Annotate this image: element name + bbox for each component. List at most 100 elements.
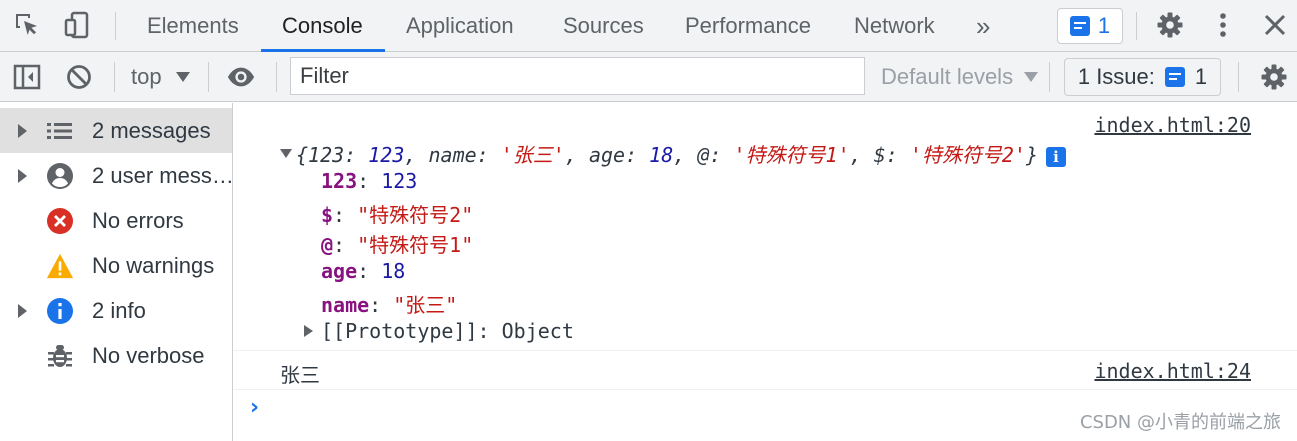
console-toolbar: top Default levels 1 Issue: 1	[0, 52, 1297, 102]
issues-label: 1 Issue:	[1077, 64, 1155, 89]
property-value: "特殊符号2"	[357, 203, 474, 227]
prototype-value: Object	[501, 319, 574, 343]
close-icon[interactable]	[1260, 10, 1290, 40]
sidebar-item-info[interactable]: 2 info	[0, 288, 232, 333]
preview-value: 18	[649, 143, 674, 167]
more-options-icon[interactable]	[1208, 10, 1238, 40]
sidebar-item-label: No errors	[92, 207, 184, 233]
issues-button[interactable]: 1 Issue: 1	[1064, 58, 1221, 96]
expand-arrow-icon[interactable]	[18, 123, 27, 138]
expand-arrow-icon[interactable]	[18, 303, 27, 318]
divider	[208, 62, 209, 92]
divider	[1238, 62, 1239, 92]
object-preview[interactable]: {123: 123, name: '张三', age: 18, @: '特殊符号…	[296, 139, 1067, 168]
preview-key: age	[588, 143, 626, 167]
list-icon	[46, 117, 74, 145]
watermark-text: CSDN @小青的前端之旅	[1079, 412, 1281, 433]
property-value: "特殊符号1"	[357, 233, 474, 257]
user-icon	[46, 162, 74, 190]
property-key: age	[321, 259, 358, 283]
property-value: "张三"	[393, 293, 458, 317]
preview-value: '张三'	[500, 143, 565, 167]
tab-sources[interactable]: Sources	[563, 0, 644, 52]
tab-performance[interactable]: Performance	[685, 0, 811, 52]
divider	[114, 62, 115, 92]
inspect-element-icon[interactable]	[12, 10, 42, 40]
bug-icon	[46, 342, 74, 370]
info-icon[interactable]: i	[1046, 146, 1067, 167]
expand-arrow-icon[interactable]	[18, 168, 27, 183]
warning-icon	[46, 252, 74, 280]
preview-key: $	[873, 143, 886, 167]
issues-badge-button[interactable]: 1	[1057, 8, 1123, 44]
sidebar-item-label: No verbose	[92, 342, 205, 368]
prototype-label: [[Prototype]]	[321, 319, 478, 343]
sidebar-item-warnings[interactable]: No warnings	[0, 243, 232, 288]
property-key: $	[321, 203, 334, 227]
console-settings-gear-icon[interactable]	[1259, 62, 1289, 92]
divider	[115, 12, 116, 40]
message-icon	[1069, 16, 1090, 36]
source-link[interactable]: index.html:20	[1094, 113, 1251, 137]
property-key: @	[321, 233, 334, 257]
tab-network[interactable]: Network	[854, 0, 935, 52]
tab-console[interactable]: Console	[282, 0, 363, 52]
object-property: name: "张三"	[321, 293, 458, 317]
console-sidebar: 2 messages 2 user mess… No errors No war…	[0, 103, 233, 441]
preview-key: 123	[308, 143, 345, 167]
divider	[1049, 62, 1050, 92]
chevron-down-icon[interactable]	[176, 72, 190, 82]
console-prompt[interactable]: ›	[250, 395, 259, 420]
sidebar-item-label: 2 info	[92, 297, 146, 323]
log-levels-dropdown[interactable]: Default levels	[881, 52, 1013, 102]
live-expression-eye-icon[interactable]	[226, 62, 256, 92]
console-message-log: 张三 index.html:24	[234, 351, 1297, 390]
sidebar-item-label: 2 messages	[92, 117, 211, 143]
sidebar-toggle-icon[interactable]	[12, 62, 42, 92]
property-key: name	[321, 293, 370, 317]
info-icon	[46, 297, 74, 325]
settings-gear-icon[interactable]	[1155, 10, 1185, 40]
sidebar-item-user-messages[interactable]: 2 user mess…	[0, 153, 232, 198]
tab-application[interactable]: Application	[406, 0, 514, 52]
tab-elements[interactable]: Elements	[147, 0, 239, 52]
sidebar-item-errors[interactable]: No errors	[0, 198, 232, 243]
filter-input[interactable]	[290, 57, 865, 95]
device-toolbar-icon[interactable]	[62, 10, 92, 40]
object-property: 123: 123	[321, 169, 418, 193]
sidebar-item-label: No warnings	[92, 252, 215, 278]
message-icon	[1164, 67, 1185, 87]
more-tabs-button[interactable]: »	[976, 0, 990, 52]
devtools-tab-bar: Elements Console Application Sources Per…	[0, 0, 1297, 52]
sidebar-item-label: 2 user mess…	[92, 162, 232, 188]
preview-key: name	[428, 143, 477, 167]
property-value: 123	[381, 169, 418, 193]
preview-value: '特殊符号2'	[909, 143, 1026, 167]
object-property: @: "特殊符号1"	[321, 233, 474, 257]
preview-value: '特殊符号1'	[733, 143, 850, 167]
collapse-arrow-icon[interactable]	[280, 149, 292, 158]
property-key: 123	[321, 169, 358, 193]
context-select[interactable]: top	[131, 52, 162, 102]
brace-close: }	[1025, 143, 1039, 167]
sidebar-item-verbose[interactable]: No verbose	[0, 333, 232, 378]
console-message-object: index.html:20 {123: 123, name: '张三', age…	[234, 103, 1297, 351]
expand-arrow-icon[interactable]	[304, 325, 313, 337]
divider	[1136, 12, 1137, 40]
sidebar-item-messages[interactable]: 2 messages	[0, 108, 232, 153]
error-icon	[46, 207, 74, 235]
preview-key: @	[697, 143, 710, 167]
preview-value: 123	[368, 143, 405, 167]
object-prototype[interactable]: [[Prototype]]: Object	[321, 319, 574, 343]
object-property: age: 18	[321, 259, 406, 283]
chevron-down-icon[interactable]	[1024, 72, 1038, 82]
brace-open: {	[296, 143, 309, 167]
issues-badge-count: 1	[1097, 13, 1111, 38]
clear-console-icon[interactable]	[64, 62, 94, 92]
object-property: $: "特殊符号2"	[321, 203, 474, 227]
log-text: 张三	[280, 363, 320, 387]
issues-count: 1	[1194, 64, 1208, 89]
console-output: index.html:20 {123: 123, name: '张三', age…	[234, 103, 1297, 441]
source-link[interactable]: index.html:24	[1094, 359, 1251, 383]
property-value: 18	[381, 259, 406, 283]
